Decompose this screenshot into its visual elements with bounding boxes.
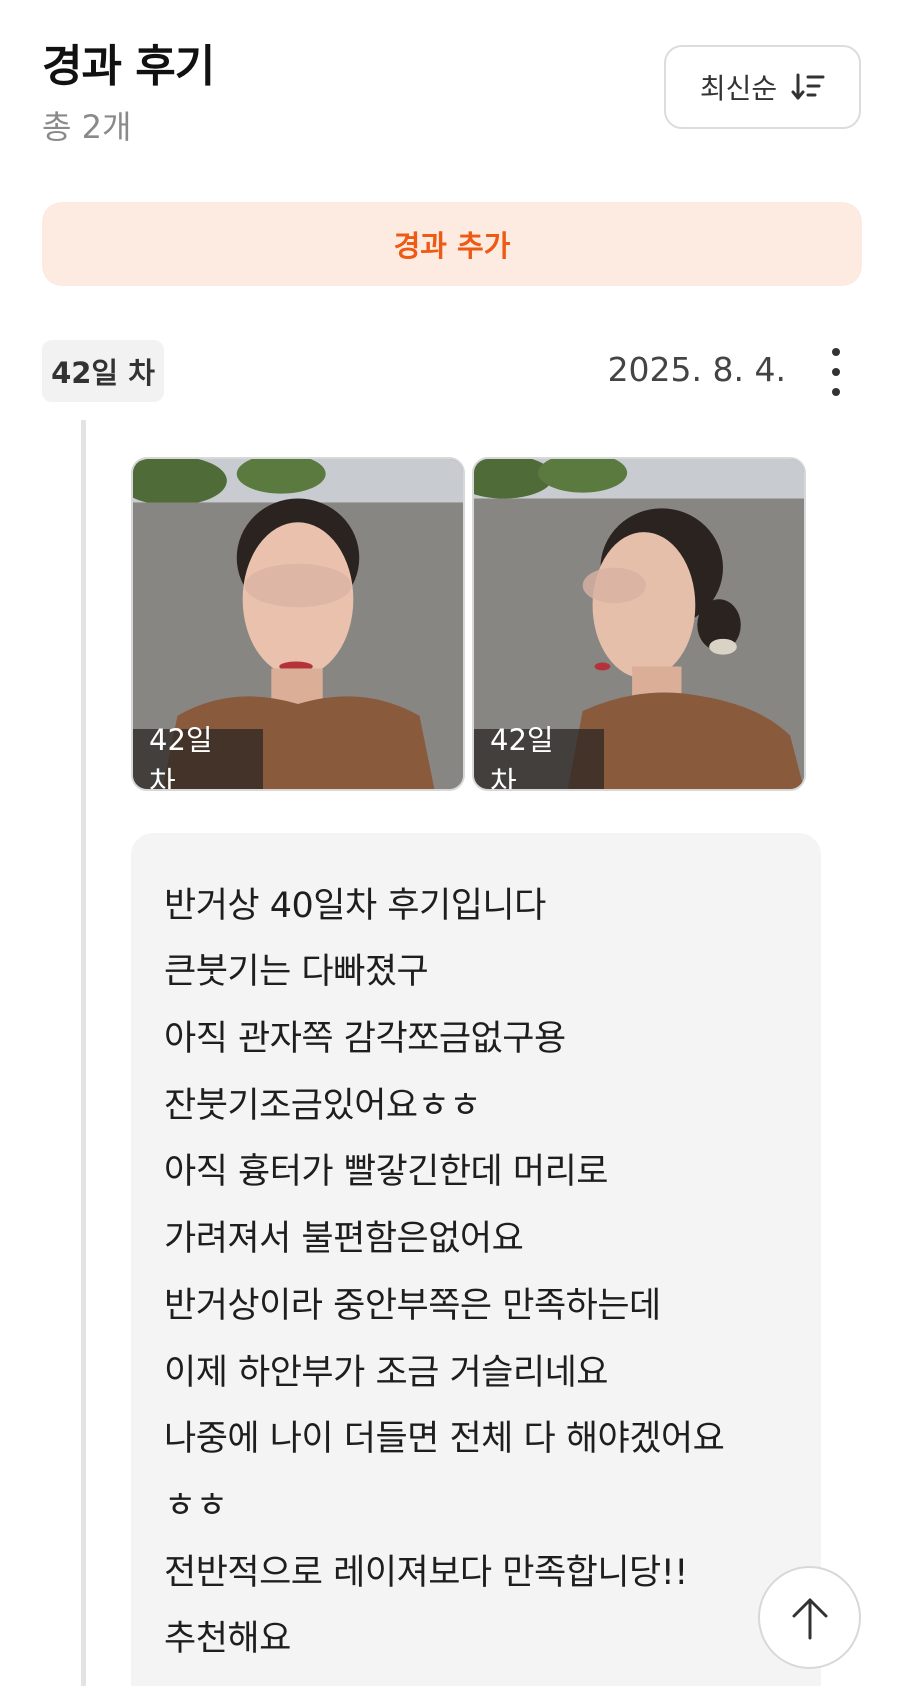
more-vertical-icon[interactable] [822, 348, 850, 396]
review-photo[interactable]: 42일 차 [472, 457, 806, 791]
day-badge: 42일 차 [42, 340, 164, 402]
sort-button[interactable]: 최신순 [664, 45, 861, 129]
review-line: 잔붓기조금있어요ㅎㅎ [164, 1086, 482, 1126]
scroll-top-button[interactable] [758, 1566, 861, 1669]
review-line: 반거상이라 중안부쪽은 만족하는데 [164, 1286, 661, 1326]
review-count: 총 2개 [42, 108, 132, 146]
review-line: 추천해요 [164, 1619, 291, 1659]
review-line: 아직 관자쪽 감각쪼금없구용 [164, 1019, 566, 1059]
entry-date: 2025. 8. 4. [607, 350, 786, 389]
review-line: 아직 흉터가 빨갛긴한데 머리로 [164, 1152, 608, 1192]
review-line: 가려져서 불편함은없어요 [164, 1219, 524, 1259]
review-line: 나중에 나이 더들면 전체 다 해야겠어요 [164, 1419, 725, 1459]
arrow-up-icon [792, 1598, 827, 1639]
review-line: 큰붓기는 다빠졌구 [164, 952, 429, 992]
photo-day-label: 42일 차 [133, 723, 263, 789]
sort-label: 최신순 [699, 72, 778, 105]
page-title: 경과 후기 [42, 41, 215, 92]
review-line: 전반적으로 레이져보다 만족합니당!! [164, 1553, 688, 1593]
review-line: 반거상 40일차 후기입니다 [164, 886, 546, 926]
timeline-line [81, 420, 86, 1686]
review-line: ㅎㅎ [164, 1486, 228, 1526]
review-photo[interactable]: 42일 차 [131, 457, 465, 791]
add-progress-button[interactable]: 경과 추가 [42, 202, 862, 286]
review-line: 이제 하안부가 조금 거슬리네요 [164, 1353, 608, 1393]
photo-day-label: 42일 차 [474, 723, 604, 789]
sort-descending-icon [791, 72, 825, 102]
